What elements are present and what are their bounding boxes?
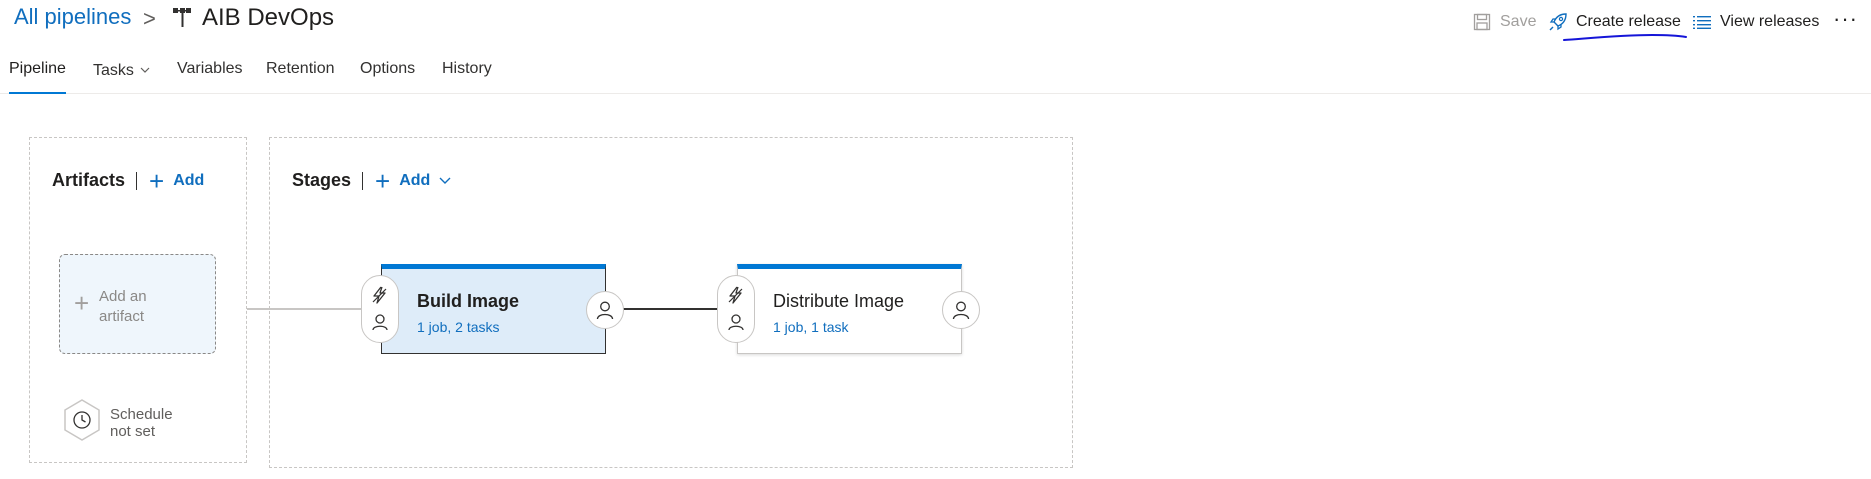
tab-bar: Pipeline Tasks Variables Retention Optio… (0, 56, 1871, 94)
post-deployment-conditions-button[interactable] (942, 291, 980, 329)
stage-card-build-image[interactable]: Build Image 1 job, 2 tasks (381, 264, 606, 354)
hand-drawn-underline (1563, 33, 1687, 41)
person-icon (952, 301, 970, 320)
schedule-label: Schedule not set (110, 406, 173, 440)
tab-history[interactable]: History (442, 60, 492, 94)
stage-summary-link[interactable]: 1 job, 1 task (773, 319, 849, 335)
plus-icon: + (375, 165, 391, 196)
artifact-to-stage-connector (247, 308, 362, 310)
tab-options[interactable]: Options (360, 60, 415, 94)
stage-summary-link[interactable]: 1 job, 2 tasks (417, 319, 500, 335)
tab-tasks[interactable]: Tasks (93, 60, 150, 94)
add-stage-button[interactable]: + Add (375, 165, 451, 196)
chevron-down-icon (140, 60, 150, 78)
schedule-label-line2: not set (110, 423, 156, 440)
more-actions-button[interactable]: ··· (1833, 6, 1858, 32)
pre-deployment-conditions-button[interactable] (361, 275, 399, 343)
person-icon (372, 314, 388, 331)
tab-pipeline[interactable]: Pipeline (9, 60, 66, 94)
post-deployment-conditions-button[interactable] (586, 291, 624, 329)
tab-variables-label: Variables (177, 60, 243, 77)
plus-icon: + (74, 288, 90, 318)
schedule-label-line1: Schedule (110, 406, 173, 423)
add-stage-button-label: Add (399, 171, 431, 189)
stage-name: Build Image (417, 291, 520, 311)
breadcrumb-separator: > (143, 6, 156, 31)
add-artifact-label: Add an artifact (99, 288, 147, 325)
view-releases-label: View releases (1720, 13, 1820, 30)
pre-deployment-conditions-button[interactable] (717, 275, 755, 343)
stages-header: Stages + Add (292, 165, 451, 196)
schedule-trigger[interactable]: Schedule not set (62, 398, 212, 442)
clock-icon (64, 399, 100, 441)
chevron-down-icon (439, 177, 451, 184)
save-button[interactable]: Save (1472, 11, 1536, 33)
add-artifact-button[interactable]: + Add (149, 165, 205, 196)
tab-history-label: History (442, 60, 492, 77)
list-icon (1692, 12, 1712, 32)
tab-retention[interactable]: Retention (266, 60, 335, 94)
page-header: All pipelines > AIB DevOps Save Create r… (0, 0, 1871, 41)
save-button-label: Save (1500, 13, 1537, 30)
tab-tasks-label: Tasks (93, 62, 134, 79)
stage-connector (622, 308, 720, 310)
stage-name: Distribute Image (773, 291, 905, 311)
person-icon (728, 314, 744, 331)
add-artifact-card[interactable]: + Add an artifact (59, 254, 216, 354)
add-artifact-button-label: Add (173, 171, 205, 189)
stages-title: Stages (292, 170, 352, 190)
view-releases-button[interactable]: View releases (1692, 11, 1819, 33)
header-divider (362, 171, 364, 190)
tab-pipeline-label: Pipeline (9, 60, 66, 77)
rocket-icon (1548, 12, 1568, 32)
page-title: AIB DevOps (202, 4, 335, 31)
stage-card-distribute-image[interactable]: Distribute Image 1 job, 1 task (737, 264, 962, 354)
artifacts-header: Artifacts + Add (52, 165, 205, 196)
lightning-icon (372, 286, 387, 304)
lightning-icon (728, 286, 743, 304)
tab-retention-label: Retention (266, 60, 335, 77)
plus-icon: + (149, 165, 165, 196)
save-icon (1472, 12, 1492, 32)
artifacts-title: Artifacts (52, 170, 126, 190)
tab-options-label: Options (360, 60, 416, 77)
header-divider (136, 171, 138, 190)
person-icon (596, 301, 614, 320)
breadcrumb-all-pipelines[interactable]: All pipelines (14, 4, 131, 30)
tab-variables[interactable]: Variables (177, 60, 243, 94)
create-release-label: Create release (1576, 13, 1681, 30)
release-pipeline-icon (173, 8, 191, 27)
